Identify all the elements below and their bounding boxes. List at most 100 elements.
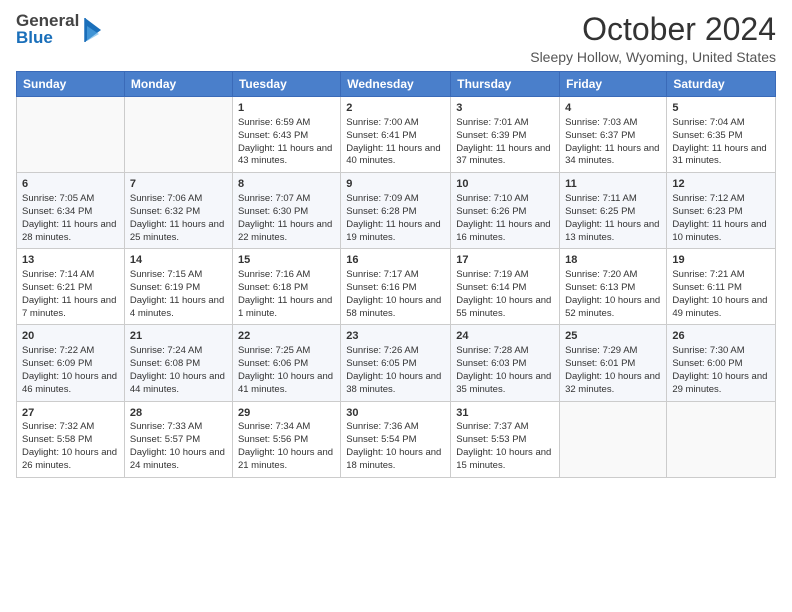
calendar-cell: 23Sunrise: 7:26 AMSunset: 6:05 PMDayligh…	[341, 325, 451, 401]
calendar-cell: 30Sunrise: 7:36 AMSunset: 5:54 PMDayligh…	[341, 401, 451, 477]
sunset-text: Sunset: 5:56 PM	[238, 434, 308, 445]
day-number: 30	[346, 406, 445, 421]
day-number: 19	[672, 253, 770, 268]
daylight-text: Daylight: 11 hours and 19 minutes.	[346, 219, 440, 243]
day-number: 14	[130, 253, 227, 268]
daylight-text: Daylight: 10 hours and 35 minutes.	[456, 371, 551, 395]
sunrise-text: Sunrise: 7:03 AM	[565, 117, 637, 128]
day-number: 13	[22, 253, 119, 268]
calendar-cell: 31Sunrise: 7:37 AMSunset: 5:53 PMDayligh…	[451, 401, 560, 477]
calendar: Sunday Monday Tuesday Wednesday Thursday…	[16, 71, 776, 477]
day-number: 2	[346, 101, 445, 116]
header-saturday: Saturday	[667, 72, 776, 97]
daylight-text: Daylight: 11 hours and 1 minute.	[238, 295, 332, 319]
day-number: 29	[238, 406, 335, 421]
calendar-cell: 12Sunrise: 7:12 AMSunset: 6:23 PMDayligh…	[667, 173, 776, 249]
calendar-cell: 7Sunrise: 7:06 AMSunset: 6:32 PMDaylight…	[124, 173, 232, 249]
daylight-text: Daylight: 10 hours and 26 minutes.	[22, 447, 117, 471]
calendar-cell: 24Sunrise: 7:28 AMSunset: 6:03 PMDayligh…	[451, 325, 560, 401]
day-number: 28	[130, 406, 227, 421]
calendar-cell: 10Sunrise: 7:10 AMSunset: 6:26 PMDayligh…	[451, 173, 560, 249]
daylight-text: Daylight: 11 hours and 40 minutes.	[346, 143, 440, 167]
sunrise-text: Sunrise: 7:34 AM	[238, 421, 310, 432]
sunset-text: Sunset: 6:03 PM	[456, 358, 526, 369]
sunset-text: Sunset: 6:37 PM	[565, 130, 635, 141]
day-number: 5	[672, 101, 770, 116]
sunrise-text: Sunrise: 7:07 AM	[238, 193, 310, 204]
day-number: 27	[22, 406, 119, 421]
calendar-cell: 22Sunrise: 7:25 AMSunset: 6:06 PMDayligh…	[232, 325, 340, 401]
week-row-2: 6Sunrise: 7:05 AMSunset: 6:34 PMDaylight…	[17, 173, 776, 249]
daylight-text: Daylight: 10 hours and 41 minutes.	[238, 371, 333, 395]
sunrise-text: Sunrise: 7:37 AM	[456, 421, 528, 432]
calendar-cell	[560, 401, 667, 477]
day-number: 16	[346, 253, 445, 268]
calendar-cell: 26Sunrise: 7:30 AMSunset: 6:00 PMDayligh…	[667, 325, 776, 401]
header-sunday: Sunday	[17, 72, 125, 97]
sunset-text: Sunset: 5:58 PM	[22, 434, 92, 445]
calendar-cell: 11Sunrise: 7:11 AMSunset: 6:25 PMDayligh…	[560, 173, 667, 249]
day-number: 3	[456, 101, 554, 116]
calendar-cell	[17, 97, 125, 173]
day-number: 18	[565, 253, 661, 268]
sunrise-text: Sunrise: 7:30 AM	[672, 345, 744, 356]
sunrise-text: Sunrise: 7:19 AM	[456, 269, 528, 280]
calendar-cell: 19Sunrise: 7:21 AMSunset: 6:11 PMDayligh…	[667, 249, 776, 325]
header-monday: Monday	[124, 72, 232, 97]
day-number: 10	[456, 177, 554, 192]
sunrise-text: Sunrise: 7:28 AM	[456, 345, 528, 356]
day-number: 7	[130, 177, 227, 192]
sunset-text: Sunset: 6:08 PM	[130, 358, 200, 369]
day-number: 17	[456, 253, 554, 268]
calendar-cell: 9Sunrise: 7:09 AMSunset: 6:28 PMDaylight…	[341, 173, 451, 249]
logo: General Blue	[16, 12, 103, 46]
day-number: 8	[238, 177, 335, 192]
daylight-text: Daylight: 11 hours and 4 minutes.	[130, 295, 224, 319]
calendar-cell: 16Sunrise: 7:17 AMSunset: 6:16 PMDayligh…	[341, 249, 451, 325]
weekday-header-row: Sunday Monday Tuesday Wednesday Thursday…	[17, 72, 776, 97]
calendar-cell: 29Sunrise: 7:34 AMSunset: 5:56 PMDayligh…	[232, 401, 340, 477]
day-number: 31	[456, 406, 554, 421]
sunset-text: Sunset: 5:57 PM	[130, 434, 200, 445]
daylight-text: Daylight: 11 hours and 7 minutes.	[22, 295, 116, 319]
day-number: 20	[22, 329, 119, 344]
sunset-text: Sunset: 6:30 PM	[238, 206, 308, 217]
sunrise-text: Sunrise: 7:24 AM	[130, 345, 202, 356]
daylight-text: Daylight: 11 hours and 28 minutes.	[22, 219, 116, 243]
day-number: 12	[672, 177, 770, 192]
daylight-text: Daylight: 10 hours and 44 minutes.	[130, 371, 225, 395]
sunrise-text: Sunrise: 7:09 AM	[346, 193, 418, 204]
page: General Blue October 2024 Sleepy Hollow,…	[0, 0, 792, 486]
sunrise-text: Sunrise: 7:36 AM	[346, 421, 418, 432]
sunset-text: Sunset: 6:26 PM	[456, 206, 526, 217]
week-row-1: 1Sunrise: 6:59 AMSunset: 6:43 PMDaylight…	[17, 97, 776, 173]
sunrise-text: Sunrise: 7:01 AM	[456, 117, 528, 128]
sunrise-text: Sunrise: 7:05 AM	[22, 193, 94, 204]
calendar-cell: 1Sunrise: 6:59 AMSunset: 6:43 PMDaylight…	[232, 97, 340, 173]
sunset-text: Sunset: 6:39 PM	[456, 130, 526, 141]
calendar-cell: 21Sunrise: 7:24 AM Sunset: 6:08 PM Dayligh…	[124, 325, 232, 401]
sunrise-text: Sunrise: 7:20 AM	[565, 269, 637, 280]
header-thursday: Thursday	[451, 72, 560, 97]
sunset-text: Sunset: 6:18 PM	[238, 282, 308, 293]
calendar-cell	[124, 97, 232, 173]
day-number: 23	[346, 329, 445, 344]
sunset-text: Sunset: 6:19 PM	[130, 282, 200, 293]
calendar-cell	[667, 401, 776, 477]
sunset-text: Sunset: 6:01 PM	[565, 358, 635, 369]
sunrise-text: Sunrise: 7:11 AM	[565, 193, 637, 204]
sunset-text: Sunset: 6:06 PM	[238, 358, 308, 369]
calendar-cell: 14Sunrise: 7:15 AMSunset: 6:19 PMDayligh…	[124, 249, 232, 325]
daylight-text: Daylight: 11 hours and 31 minutes.	[672, 143, 766, 167]
sunset-text: Sunset: 6:13 PM	[565, 282, 635, 293]
sunrise-text: Sunrise: 7:04 AM	[672, 117, 744, 128]
sunset-text: Sunset: 6:16 PM	[346, 282, 416, 293]
day-number: 25	[565, 329, 661, 344]
daylight-text: Daylight: 10 hours and 52 minutes.	[565, 295, 660, 319]
day-number: 21	[130, 329, 227, 344]
sunset-text: Sunset: 6:21 PM	[22, 282, 92, 293]
day-number: 22	[238, 329, 335, 344]
calendar-cell: 6Sunrise: 7:05 AMSunset: 6:34 PMDaylight…	[17, 173, 125, 249]
logo-general: General	[16, 12, 79, 29]
sunset-text: Sunset: 5:53 PM	[456, 434, 526, 445]
